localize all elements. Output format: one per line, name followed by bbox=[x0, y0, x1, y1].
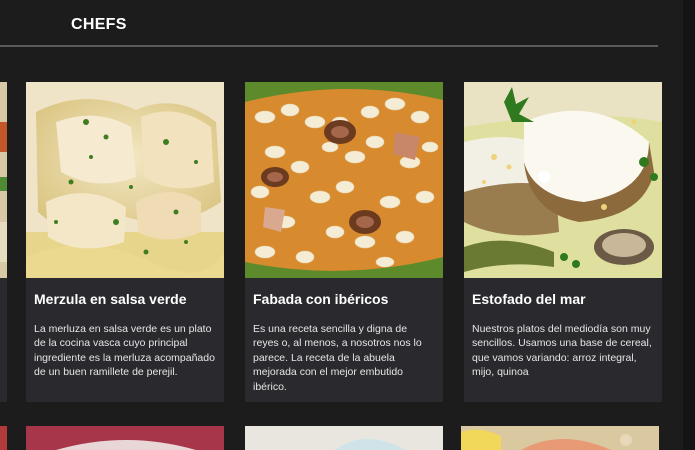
seafood-stew-image bbox=[464, 82, 662, 278]
scroll-edge bbox=[683, 0, 695, 450]
section-title[interactable]: CHEFS bbox=[71, 16, 127, 34]
bean-stew-image bbox=[245, 82, 443, 278]
recipe-card[interactable]: Estofado del mar Nuestros platos del med… bbox=[464, 82, 662, 402]
next-row-card-image[interactable] bbox=[245, 426, 443, 450]
next-row-card-image[interactable] bbox=[26, 426, 224, 450]
fish-dish-image bbox=[26, 82, 224, 278]
header-divider bbox=[0, 45, 658, 47]
recipe-title[interactable]: Fabada con ibéricos bbox=[253, 291, 437, 307]
partial-card-left-body bbox=[0, 278, 7, 402]
recipe-card[interactable]: Merzula en salsa verde La merluza en sal… bbox=[26, 82, 224, 402]
recipe-description: La merluza en salsa verde es un plato de… bbox=[34, 323, 215, 379]
recipe-description: Es una receta sencilla y digna de reyes … bbox=[253, 323, 422, 393]
partial-card-left-image[interactable] bbox=[0, 82, 7, 278]
recipe-description: Nuestros platos del mediodía son muy sen… bbox=[472, 323, 652, 379]
recipe-card[interactable]: Fabada con ibéricos Es una receta sencil… bbox=[245, 82, 443, 402]
recipe-title[interactable]: Merzula en salsa verde bbox=[34, 291, 218, 307]
next-row-card-image[interactable] bbox=[461, 426, 659, 450]
next-row-card-partial[interactable] bbox=[0, 426, 7, 450]
recipe-title[interactable]: Estofado del mar bbox=[472, 291, 656, 307]
